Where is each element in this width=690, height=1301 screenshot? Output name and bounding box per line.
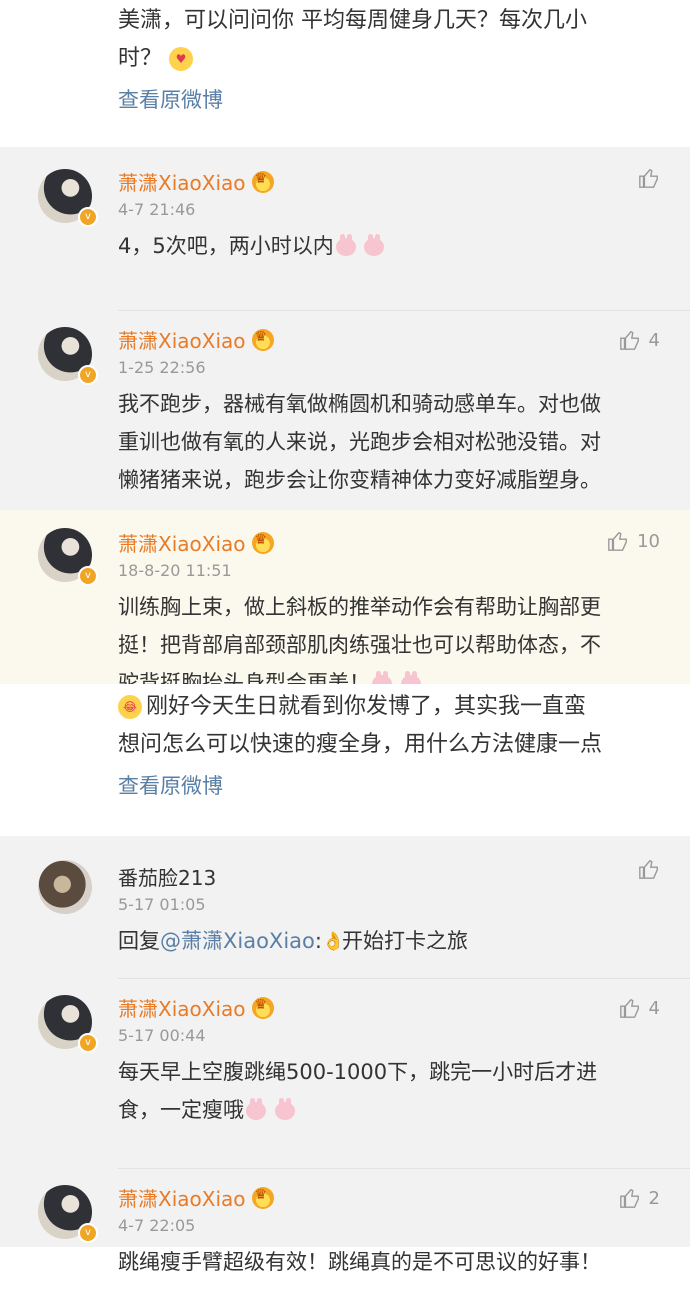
mention-link[interactable]: @萧潇XiaoXiao: [160, 929, 315, 953]
commenter-name[interactable]: 番茄脸213: [118, 862, 216, 891]
comment-text: 4，5次吧，两小时以内: [118, 227, 670, 265]
verified-badge-icon: v: [78, 1033, 98, 1053]
crown-icon: [251, 328, 274, 351]
comment-time: 5-17 01:05: [118, 895, 206, 914]
like-count: 4: [648, 329, 660, 351]
comment-time: 4-7 22:05: [118, 1216, 196, 1235]
like-button[interactable]: 2: [619, 1187, 660, 1209]
thumbs-up-icon: [608, 531, 628, 551]
comment-text: 我不跑步，器械有氧做椭圆机和骑动感单车。对也做 重训也做有氧的人来说，光跑步会相…: [118, 392, 601, 492]
pig-emoji-icon: [274, 1098, 295, 1120]
comment-text: 回复@萧潇XiaoXiao:👌开始打卡之旅: [118, 929, 468, 953]
like-button[interactable]: [638, 858, 660, 880]
verified-badge-icon: v: [78, 207, 98, 227]
thumbs-up-icon: [619, 1188, 639, 1208]
comment-time: 18-8-20 11:51: [118, 561, 232, 580]
comment-text: 每天早上空腹跳绳500-1000下，跳完一小时后才进 食，一定瘦哦: [118, 1060, 598, 1122]
comment-item: v 萧潇XiaoXiao 4-7 21:46 4，5次吧，两小时以内: [0, 147, 690, 310]
like-count: 4: [648, 997, 660, 1019]
commenter-name[interactable]: 萧潇XiaoXiao: [118, 528, 246, 557]
like-button[interactable]: [638, 167, 660, 189]
comment-item: v 萧潇XiaoXiao 4-7 22:05 跳绳瘦手臂超级有效！跳绳真的是不可…: [0, 1169, 690, 1301]
post-2-text: 😂 刚好今天生日就看到你发博了，其实我一直蛮 想问怎么可以快速的瘦全身，用什么方法…: [118, 694, 603, 757]
replies-section-2: 番茄脸213 5-17 01:05 回复@萧潇XiaoXiao:👌开始打卡之旅 …: [0, 836, 690, 1274]
verified-badge-icon: v: [78, 365, 98, 385]
thumbs-up-icon: [639, 168, 658, 188]
post-1: 美潇，可以问问你 平均每周健身几天？每次几小 时？ ♥ 查看原微博: [0, 0, 690, 147]
like-button[interactable]: 4: [619, 997, 660, 1019]
verified-badge-icon: v: [78, 566, 98, 586]
commenter-name[interactable]: 萧潇XiaoXiao: [118, 993, 246, 1022]
commenter-name[interactable]: 萧潇XiaoXiao: [118, 325, 246, 354]
crown-icon: [251, 531, 274, 554]
like-count: 2: [648, 1187, 660, 1209]
comment-item: 番茄脸213 5-17 01:05 回复@萧潇XiaoXiao:👌开始打卡之旅: [0, 836, 690, 978]
post-1-text: 美潇，可以问问你 平均每周健身几天？每次几小 时？ ♥: [118, 8, 587, 71]
pig-emoji-icon: [246, 1098, 266, 1120]
thumbs-up-icon: [639, 859, 658, 879]
crown-icon: [251, 1186, 274, 1209]
crown-icon: [251, 170, 274, 193]
verified-badge-icon: v: [78, 1223, 98, 1243]
commenter-name[interactable]: 萧潇XiaoXiao: [118, 167, 246, 196]
comment-time: 4-7 21:46: [118, 200, 196, 219]
avatar[interactable]: [38, 860, 92, 914]
like-button[interactable]: 4: [619, 329, 660, 351]
comment-item: v 萧潇XiaoXiao 5-17 00:44 每天早上空腹跳绳500-1000…: [0, 979, 690, 1168]
comment-text: 跳绳瘦手臂超级有效！跳绳真的是不可思议的好事！: [118, 1250, 601, 1274]
like-button[interactable]: 10: [607, 530, 660, 552]
comment-item: v 萧潇XiaoXiao 1-25 22:56 我不跑步，器械有氧做椭圆机和骑动…: [0, 311, 690, 510]
crown-icon: [251, 996, 274, 1019]
post-2: 😂 刚好今天生日就看到你发博了，其实我一直蛮 想问怎么可以快速的瘦全身，用什么方法…: [0, 684, 690, 836]
like-count: 10: [637, 530, 660, 552]
replies-section-1: v 萧潇XiaoXiao 4-7 21:46 4，5次吧，两小时以内 v 萧潇X…: [0, 147, 690, 722]
comment-time: 1-25 22:56: [118, 358, 206, 377]
pig-emoji-icon: [335, 234, 356, 256]
crying-laughing-emoji-icon: 😂: [118, 695, 142, 719]
view-original-link-2[interactable]: 查看原微博: [118, 770, 670, 800]
commenter-name[interactable]: 萧潇XiaoXiao: [118, 1183, 246, 1212]
thumbs-up-icon: [619, 998, 639, 1018]
heart-eyes-emoji-icon: ♥: [169, 47, 194, 71]
view-original-link-1[interactable]: 查看原微博: [118, 84, 670, 114]
pig-emoji-icon: [364, 234, 385, 256]
comment-time: 5-17 00:44: [118, 1026, 206, 1045]
ok-hand-emoji-icon: 👌: [321, 931, 345, 952]
thumbs-up-icon: [619, 330, 639, 350]
